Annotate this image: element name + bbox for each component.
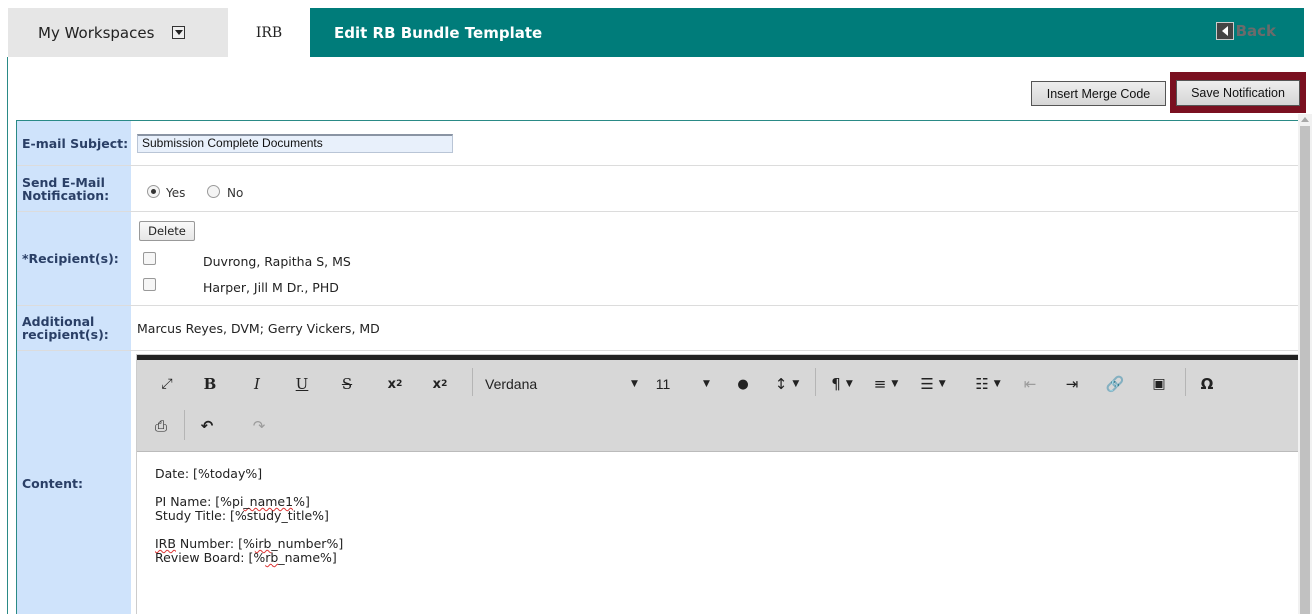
recipient-name: Harper, Jill M Dr., PHD [203, 280, 339, 295]
font-family-select[interactable]: Verdana [485, 372, 645, 396]
bold-icon[interactable]: B [200, 372, 220, 396]
back-button[interactable]: Back [1215, 22, 1276, 40]
recipient-checkbox[interactable] [143, 278, 156, 291]
special-characters-icon[interactable]: Ω [1197, 372, 1217, 396]
yes-radio[interactable] [147, 185, 160, 198]
insert-merge-code-button[interactable]: Insert Merge Code [1031, 81, 1166, 106]
content-line: Study Title: [%study_title%] [155, 508, 329, 523]
rich-text-editor: ⤢ B I U S x2 x2 Verdana ▼ 11 ▼ ● ↕▼ ¶▼ [136, 354, 1300, 614]
additional-recipients-value[interactable]: Marcus Reyes, DVM; Gerry Vickers, MD [137, 321, 380, 336]
font-family-caret-icon[interactable]: ▼ [625, 372, 639, 396]
outdent-icon[interactable]: ⇤ [1020, 372, 1040, 396]
redo-icon[interactable]: ↷ [249, 414, 269, 438]
dropdown-arrow-icon[interactable] [172, 26, 186, 39]
additional-recipients-row: Additional recipient(s): Marcus Reyes, D… [17, 306, 1300, 351]
scroll-up-icon[interactable] [1301, 117, 1309, 122]
font-size-value: 11 [655, 376, 671, 392]
tab-irb[interactable]: IRB [228, 8, 310, 57]
additional-recipients-label: Additional recipient(s): [17, 306, 131, 350]
content-row: Content: ⤢ B I U S x2 x2 Verdana ▼ 11 ▼ … [17, 351, 1300, 614]
save-notification-highlight: Save Notification [1170, 72, 1306, 113]
send-email-label: Send E-Mail Notification: [17, 166, 131, 211]
page-title-bar: Edit RB Bundle Template Back [310, 8, 1304, 57]
no-radio-label: No [227, 186, 244, 200]
email-subject-input[interactable]: Submission Complete Documents [137, 134, 453, 153]
recipients-label: *Recipient(s): [17, 212, 131, 305]
no-radio[interactable] [207, 185, 220, 198]
content-line: Review Board: [%rb_name%] [155, 550, 337, 565]
page-title: Edit RB Bundle Template [334, 23, 543, 42]
yes-radio-label: Yes [166, 186, 186, 200]
text-color-icon[interactable]: ● [735, 372, 751, 396]
indent-icon[interactable]: ⇥ [1062, 372, 1082, 396]
content-line: IRB Number: [%irb_number%] [155, 536, 344, 551]
recipient-name: Duvrong, Rapitha S, MS [203, 254, 351, 269]
scrollbar-thumb[interactable] [1300, 126, 1310, 614]
underline-icon[interactable]: U [292, 372, 312, 396]
content-line: PI Name: [%pi_name1%] [155, 494, 310, 509]
my-workspaces-label: My Workspaces [38, 23, 155, 42]
back-arrow-icon [1215, 22, 1234, 40]
link-icon[interactable]: 🔗 [1105, 372, 1125, 396]
italic-icon[interactable]: I [247, 372, 267, 396]
email-subject-label: E-mail Subject: [17, 121, 131, 165]
delete-button[interactable]: Delete [139, 221, 195, 241]
ordered-list-icon[interactable]: ☰ ▼ [917, 372, 949, 396]
left-border [7, 57, 8, 614]
notification-form: E-mail Subject: Submission Complete Docu… [16, 120, 1300, 614]
editor-toolbar: ⤢ B I U S x2 x2 Verdana ▼ 11 ▼ ● ↕▼ ¶▼ [137, 360, 1299, 452]
align-icon[interactable]: ≡ ▼ [870, 372, 902, 396]
paragraph-format-icon[interactable]: ¶ ▼ [827, 372, 857, 396]
print-icon[interactable]: ⎙ [151, 414, 171, 438]
superscript-icon[interactable]: x2 [428, 372, 452, 396]
email-subject-row: E-mail Subject: Submission Complete Docu… [17, 121, 1300, 166]
top-navigation: My Workspaces IRB Edit RB Bundle Templat… [0, 0, 1312, 57]
undo-icon[interactable]: ↶ [197, 414, 217, 438]
unordered-list-icon[interactable]: ☷ ▼ [972, 372, 1004, 396]
my-workspaces-tab[interactable]: My Workspaces [8, 8, 228, 57]
back-label: Back [1235, 22, 1276, 40]
subscript-icon[interactable]: x2 [383, 372, 407, 396]
strikethrough-icon[interactable]: S [337, 372, 357, 396]
editor-content[interactable]: Date: [%today%] PI Name: [%pi_name1%] St… [155, 467, 343, 565]
send-email-row: Send E-Mail Notification: Yes No [17, 166, 1300, 212]
font-size-caret-icon[interactable]: ▼ [697, 372, 711, 396]
fullscreen-icon[interactable]: ⤢ [157, 372, 177, 396]
content-line: Date: [%today%] [155, 466, 263, 481]
font-size-select[interactable]: 11 [651, 372, 675, 396]
recipients-row: *Recipient(s): Delete Duvrong, Rapitha S… [17, 212, 1300, 306]
content-label: Content: [17, 351, 131, 614]
line-height-icon[interactable]: ↕ ▼ [772, 372, 802, 396]
save-notification-button[interactable]: Save Notification [1176, 79, 1300, 106]
recipient-checkbox[interactable] [143, 252, 156, 265]
font-family-value: Verdana [485, 376, 538, 392]
vertical-scrollbar[interactable] [1298, 114, 1312, 614]
image-icon[interactable]: ▣ [1149, 372, 1169, 396]
